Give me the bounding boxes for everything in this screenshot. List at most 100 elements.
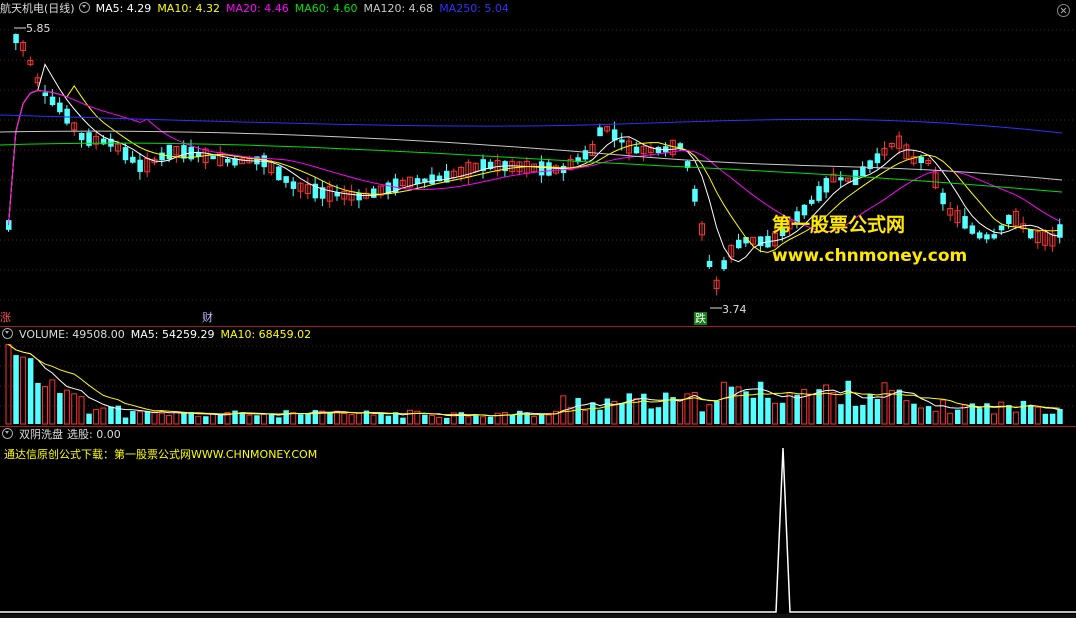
volume-bar-down xyxy=(604,398,611,424)
volume-bar-up xyxy=(881,382,888,425)
volume-bar-down xyxy=(750,397,757,424)
volume-bar-down xyxy=(1006,405,1012,424)
candlestick-chart[interactable] xyxy=(0,0,1076,326)
candle-down xyxy=(1028,229,1034,239)
volume-bar-down xyxy=(648,408,654,424)
candle-down xyxy=(706,260,713,268)
volume-bar-down xyxy=(699,411,705,424)
volume-bar-up xyxy=(407,409,413,425)
indicator-panel[interactable]: 双阴洗盘 选股: 0.00 通达信原创公式下载：第一股票公式网WWW.CHNMON… xyxy=(0,426,1076,618)
dropdown-icon[interactable] xyxy=(2,428,13,439)
volume-bar-up xyxy=(195,415,202,425)
volume-bar-down xyxy=(860,404,866,424)
candle-down xyxy=(721,260,727,270)
tag-die[interactable]: 跌 xyxy=(694,312,707,325)
candle-down xyxy=(122,147,129,161)
volume-bar-up xyxy=(720,381,727,425)
volume-bar-up xyxy=(1034,406,1041,425)
volume-readout: VOLUME: 49508.00 xyxy=(19,328,125,341)
volume-bar-up xyxy=(63,389,70,425)
watermark-cn: 第一股票公式网 xyxy=(772,214,906,236)
ma10-readout: MA10: 4.32 xyxy=(157,2,221,15)
candle-down xyxy=(166,144,173,160)
ma5-readout: MA5: 4.29 xyxy=(95,2,152,15)
volume-bar-down xyxy=(444,417,450,424)
volume-bar-down xyxy=(385,415,392,424)
volume-bar-down xyxy=(845,380,851,424)
volume-bar-down xyxy=(955,409,961,424)
candle-down xyxy=(290,181,297,189)
volume-bar-up xyxy=(173,411,180,425)
volume-panel[interactable]: VOLUME: 49508.00 MA5: 54259.29 MA10: 68459… xyxy=(0,326,1076,426)
volume-bar-down xyxy=(1042,413,1049,424)
candle-down xyxy=(371,188,377,198)
candle-down xyxy=(64,108,70,124)
candle-down xyxy=(283,176,289,183)
volume-bar-down xyxy=(122,417,129,424)
ma60-line xyxy=(0,142,1063,193)
volume-bar-down xyxy=(626,393,632,424)
volume-bar-up xyxy=(428,415,435,425)
stock-title[interactable]: 航天机电(日线) xyxy=(0,2,75,15)
candle-down xyxy=(991,234,997,239)
watermark-url: www.chnmoney.com xyxy=(772,246,968,266)
volume-bar-down xyxy=(728,386,735,424)
volume-bar-up xyxy=(991,413,997,425)
candle-down xyxy=(940,192,946,205)
candle-down xyxy=(429,174,435,185)
price-panel[interactable]: 航天机电(日线) MA5: 4.29 MA10: 4.32 MA20: 4.46 MA6… xyxy=(0,0,1076,326)
volume-bar-down xyxy=(1020,400,1027,424)
volume-bar-down xyxy=(217,414,224,424)
volume-bar-down xyxy=(181,412,187,424)
volume-bar-down xyxy=(239,412,246,424)
volume-bar-up xyxy=(151,411,158,425)
volume-bar-up xyxy=(939,399,946,425)
candle-down xyxy=(159,152,165,161)
candle-down xyxy=(546,162,552,176)
candle-down xyxy=(225,159,231,163)
volume-bar-down xyxy=(422,414,428,424)
volume-bar-down xyxy=(575,398,581,424)
candle-down xyxy=(86,132,92,146)
signal-line xyxy=(0,447,1076,613)
volume-bar-up xyxy=(370,414,377,425)
volume-bar-up xyxy=(78,396,85,425)
volume-bar-down xyxy=(276,417,282,424)
candle-down xyxy=(130,156,136,163)
candle-down xyxy=(976,232,983,239)
volume-bar-down xyxy=(487,416,494,424)
volume-bar-up xyxy=(341,412,348,425)
volume-bar-up xyxy=(42,386,48,425)
volume-bar-down xyxy=(473,415,479,424)
volume-bar-down xyxy=(1057,408,1063,424)
volume-bar-up xyxy=(947,412,954,425)
volume-bar-up xyxy=(209,413,216,425)
volume-bar-down xyxy=(925,406,932,424)
volume-bar-up xyxy=(480,416,486,425)
candle-down xyxy=(962,216,968,229)
volume-bar-down xyxy=(203,416,209,424)
volume-bar-down xyxy=(268,413,275,424)
tag-zhang[interactable]: 涨 xyxy=(0,311,11,324)
volume-bar-down xyxy=(13,355,19,424)
volume-bar-down xyxy=(714,401,720,424)
candle-down xyxy=(816,186,822,201)
indicator-name: 双阴洗盘 xyxy=(19,428,63,441)
volume-bar-down xyxy=(794,394,800,424)
volume-bar-down xyxy=(517,410,523,424)
close-icon[interactable] xyxy=(1057,4,1070,17)
candle-down xyxy=(356,192,362,201)
candle-down xyxy=(998,225,1005,231)
tag-cai[interactable]: 财 xyxy=(202,311,213,324)
volume-bar-up xyxy=(567,407,574,425)
vol-ma5-readout: MA5: 54259.29 xyxy=(130,328,215,341)
indicator-header: 双阴洗盘 选股: 0.00 xyxy=(0,428,127,442)
volume-bar-down xyxy=(86,413,92,424)
volume-bar-down xyxy=(874,399,881,424)
candle-down xyxy=(13,34,19,44)
indicator-note: 通达信原创公式下载：第一股票公式网WWW.CHNMONEY.COM xyxy=(4,448,318,461)
dropdown-icon[interactable] xyxy=(2,328,13,339)
volume-bar-up xyxy=(998,401,1005,425)
dropdown-icon[interactable] xyxy=(78,2,90,13)
candle-down xyxy=(984,234,990,240)
